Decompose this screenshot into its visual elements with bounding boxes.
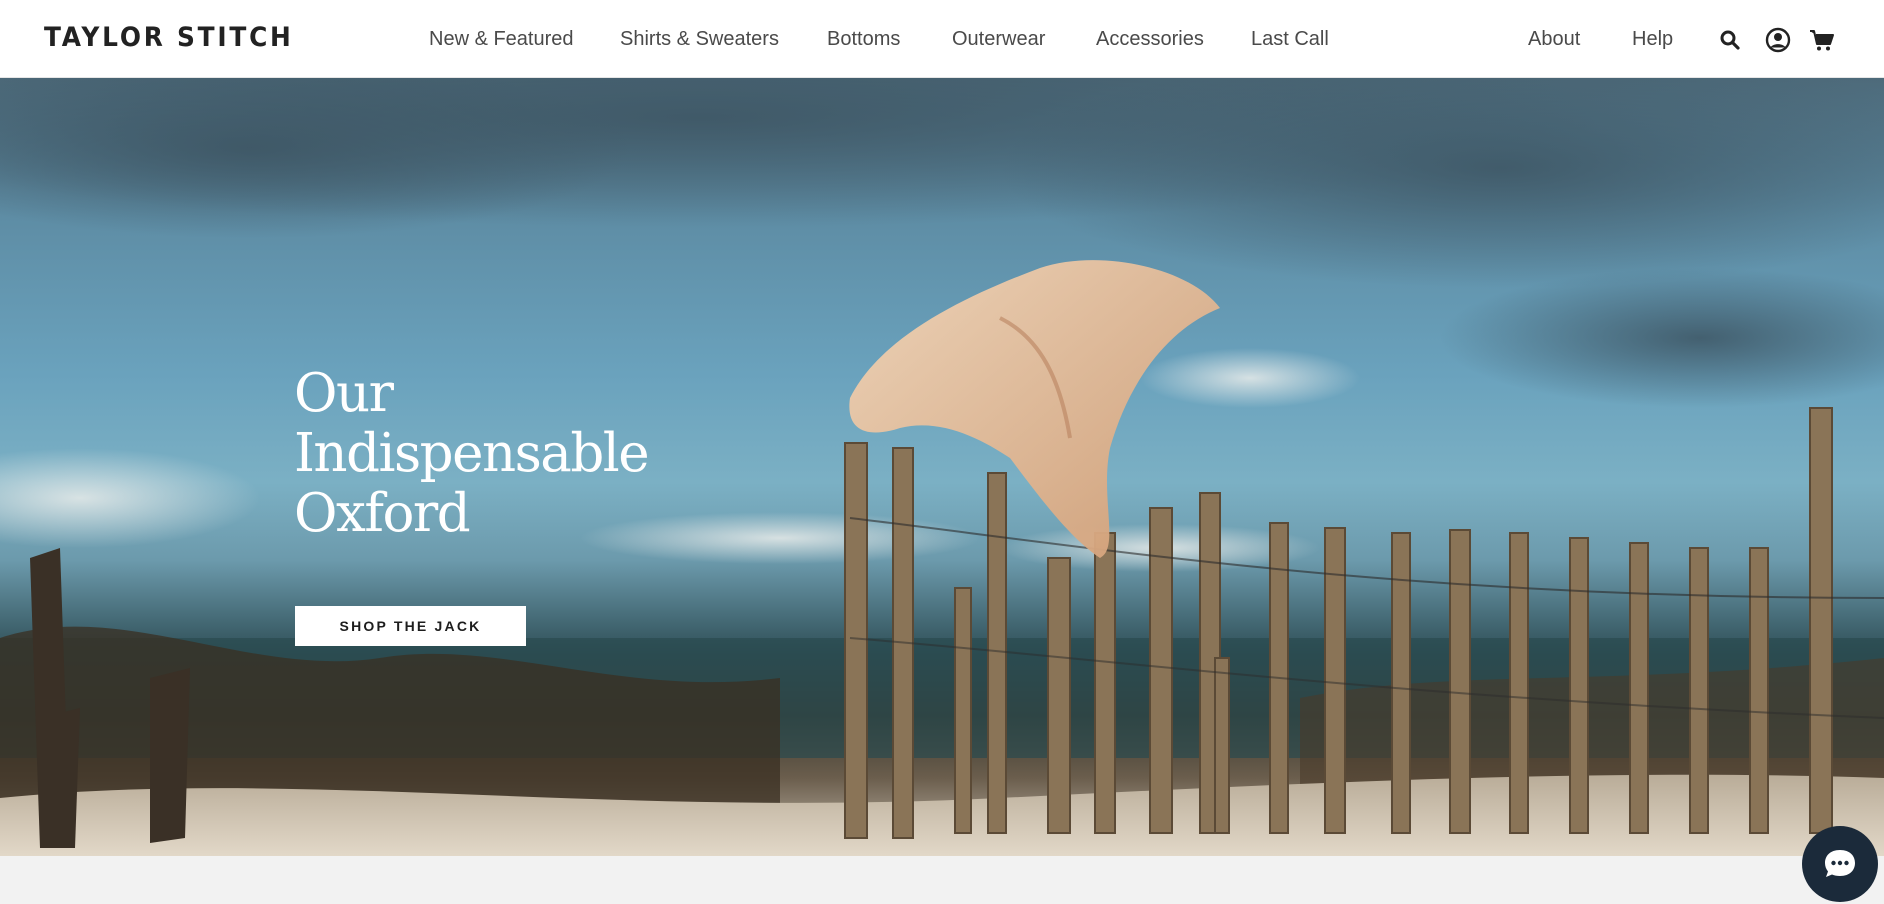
nav-help[interactable]: Help: [1632, 28, 1673, 51]
nav-about[interactable]: About: [1528, 28, 1580, 51]
nav-outerwear[interactable]: Outerwear: [952, 28, 1045, 51]
nav-accessories[interactable]: Accessories: [1096, 28, 1204, 51]
chat-launcher-button[interactable]: [1802, 826, 1878, 902]
hero-title-line: Oxford: [294, 483, 471, 544]
content-section-below-hero: [0, 856, 1884, 904]
cart-icon[interactable]: [1808, 26, 1836, 54]
hero-title-line: Indispensable: [294, 423, 650, 484]
nav-bottoms[interactable]: Bottoms: [827, 28, 900, 51]
hero-banner: Our Indispensable Oxford SHOP THE JACK: [0, 78, 1884, 856]
nav-last-call[interactable]: Last Call: [1251, 28, 1329, 51]
hero-title: Our Indispensable Oxford: [294, 363, 650, 544]
shop-the-jack-button[interactable]: SHOP THE JACK: [295, 606, 526, 646]
hero-background-image: [0, 78, 1884, 856]
nav-shirts-sweaters[interactable]: Shirts & Sweaters: [620, 28, 779, 51]
brand-logo[interactable]: TAYLOR STITCH: [44, 22, 294, 53]
search-icon[interactable]: [1718, 28, 1742, 52]
chat-icon: [1825, 850, 1855, 877]
site-header: TAYLOR STITCH New & Featured Shirts & Sw…: [0, 0, 1884, 78]
nav-new-featured[interactable]: New & Featured: [429, 28, 574, 51]
account-icon[interactable]: [1764, 26, 1792, 54]
hero-title-line: Our: [294, 363, 394, 424]
